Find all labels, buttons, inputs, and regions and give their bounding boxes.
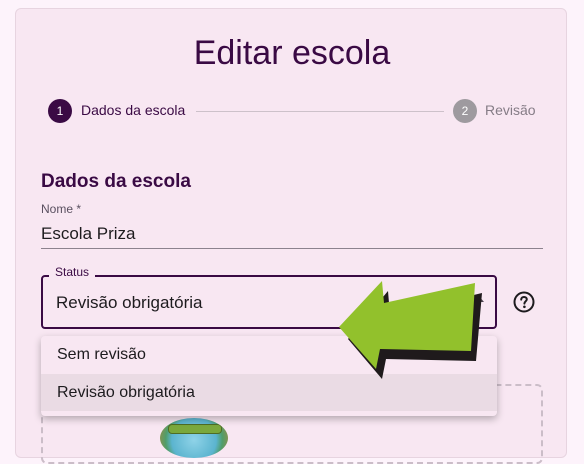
green-arrow-pointer-icon: [339, 281, 482, 379]
